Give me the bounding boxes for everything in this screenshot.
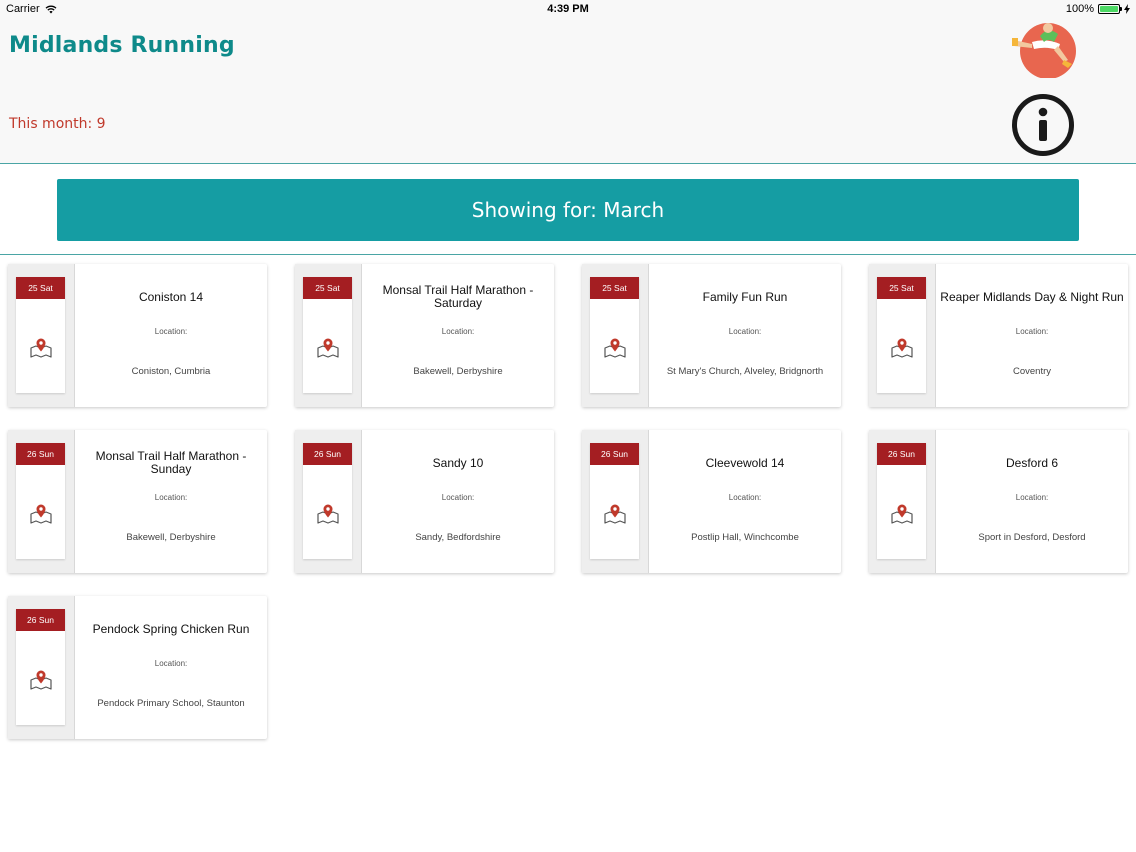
location-label: Location:: [154, 327, 188, 336]
month-selector-button[interactable]: Showing for: March: [57, 179, 1079, 241]
event-name: Monsal Trail Half Marathon - Sunday: [95, 449, 247, 476]
event-location: Sandy, Bedfordshire: [415, 532, 501, 543]
location-label: Location:: [1015, 493, 1049, 502]
map-pin-icon[interactable]: [603, 503, 627, 525]
card-date-panel: 25 Sat: [869, 264, 936, 407]
runner-logo-icon[interactable]: [1010, 20, 1078, 78]
event-card[interactable]: 26 Sun Desford 6 Location: Sport in Desf…: [869, 430, 1128, 573]
date-badge: 26 Sun: [877, 443, 926, 465]
date-badge: 26 Sun: [16, 609, 65, 631]
event-name: Sandy 10: [432, 455, 484, 470]
card-date-panel: 25 Sat: [295, 264, 362, 407]
date-badge: 25 Sat: [303, 277, 352, 299]
card-body: Sandy 10 Location: Sandy, Bedfordshire: [362, 430, 554, 573]
info-icon[interactable]: [1011, 93, 1075, 157]
map-pin-icon[interactable]: [890, 337, 914, 359]
event-name: Cleevewold 14: [705, 455, 785, 470]
date-badge: 25 Sat: [590, 277, 639, 299]
date-block: 25 Sat: [303, 277, 352, 393]
event-location: St Mary's Church, Alveley, Bridgnorth: [666, 366, 824, 377]
date-badge: 25 Sat: [16, 277, 65, 299]
card-body: Cleevewold 14 Location: Postlip Hall, Wi…: [649, 430, 841, 573]
date-badge: 25 Sat: [877, 277, 926, 299]
battery-icon: [1098, 4, 1122, 14]
event-name: Monsal Trail Half Marathon - Saturday: [382, 283, 534, 310]
event-name: Desford 6: [1005, 455, 1059, 470]
date-block: 26 Sun: [590, 443, 639, 559]
event-card[interactable]: 25 Sat Reaper Midlands Day & Night Run L…: [869, 264, 1128, 407]
location-label: Location:: [728, 493, 762, 502]
map-pin-icon[interactable]: [29, 503, 53, 525]
location-label: Location:: [728, 327, 762, 336]
event-name: Pendock Spring Chicken Run: [92, 621, 250, 636]
event-location: Coniston, Cumbria: [131, 366, 211, 377]
event-card[interactable]: 25 Sat Coniston 14 Location: Coniston, C…: [8, 264, 267, 407]
event-location: Bakewell, Derbyshire: [413, 366, 503, 377]
date-block: 26 Sun: [16, 609, 65, 725]
card-date-panel: 26 Sun: [869, 430, 936, 573]
event-location: Postlip Hall, Winchcombe: [691, 532, 799, 543]
date-badge: 26 Sun: [16, 443, 65, 465]
event-card[interactable]: 26 Sun Pendock Spring Chicken Run Locati…: [8, 596, 267, 739]
event-card[interactable]: 25 Sat Monsal Trail Half Marathon - Satu…: [295, 264, 554, 407]
date-block: 26 Sun: [16, 443, 65, 559]
card-body: Monsal Trail Half Marathon - Sunday Loca…: [75, 430, 267, 573]
event-card[interactable]: 25 Sat Family Fun Run Location: St Mary'…: [582, 264, 841, 407]
map-pin-icon[interactable]: [29, 669, 53, 691]
status-time: 4:39 PM: [547, 3, 589, 15]
card-date-panel: 26 Sun: [295, 430, 362, 573]
card-date-panel: 26 Sun: [8, 596, 75, 739]
date-block: 25 Sat: [16, 277, 65, 393]
location-label: Location:: [441, 493, 475, 502]
event-name: Family Fun Run: [702, 289, 788, 304]
battery-group: 100%: [1066, 3, 1130, 15]
location-label: Location:: [154, 659, 188, 668]
card-body: Desford 6 Location: Sport in Desford, De…: [936, 430, 1128, 573]
location-label: Location:: [1015, 327, 1049, 336]
map-pin-icon[interactable]: [316, 337, 340, 359]
event-name: Coniston 14: [138, 289, 204, 304]
card-date-panel: 26 Sun: [582, 430, 649, 573]
card-body: Pendock Spring Chicken Run Location: Pen…: [75, 596, 267, 739]
event-location: Coventry: [1012, 366, 1051, 377]
date-badge: 26 Sun: [590, 443, 639, 465]
date-block: 25 Sat: [590, 277, 639, 393]
event-location: Bakewell, Derbyshire: [126, 532, 216, 543]
map-pin-icon[interactable]: [603, 337, 627, 359]
event-card[interactable]: 26 Sun Monsal Trail Half Marathon - Sund…: [8, 430, 267, 573]
date-block: 26 Sun: [877, 443, 926, 559]
month-event-count: This month: 9: [9, 116, 106, 132]
card-date-panel: 25 Sat: [8, 264, 75, 407]
app-title: Midlands Running: [9, 33, 235, 58]
banner-zone: Showing for: March: [0, 165, 1136, 255]
battery-fill: [1100, 6, 1118, 12]
status-bar: Carrier 4:39 PM 100%: [0, 0, 1136, 18]
event-card[interactable]: 26 Sun Sandy 10 Location: Sandy, Bedford…: [295, 430, 554, 573]
card-date-panel: 26 Sun: [8, 430, 75, 573]
event-name: Reaper Midlands Day & Night Run: [940, 289, 1124, 304]
event-location: Pendock Primary School, Staunton: [97, 698, 245, 709]
map-pin-icon[interactable]: [316, 503, 340, 525]
card-body: Reaper Midlands Day & Night Run Location…: [936, 264, 1128, 407]
card-body: Coniston 14 Location: Coniston, Cumbria: [75, 264, 267, 407]
map-pin-icon[interactable]: [29, 337, 53, 359]
date-block: 26 Sun: [303, 443, 352, 559]
card-body: Family Fun Run Location: St Mary's Churc…: [649, 264, 841, 407]
event-location: Sport in Desford, Desford: [978, 532, 1086, 543]
battery-percent: 100%: [1065, 3, 1094, 15]
card-body: Monsal Trail Half Marathon - Saturday Lo…: [362, 264, 554, 407]
location-label: Location:: [154, 493, 188, 502]
map-pin-icon[interactable]: [890, 503, 914, 525]
event-card[interactable]: 26 Sun Cleevewold 14 Location: Postlip H…: [582, 430, 841, 573]
date-badge: 26 Sun: [303, 443, 352, 465]
card-date-panel: 25 Sat: [582, 264, 649, 407]
location-label: Location:: [441, 327, 475, 336]
charging-bolt-icon: [1124, 4, 1130, 14]
date-block: 25 Sat: [877, 277, 926, 393]
app-header: Midlands Running This month: 9: [0, 18, 1136, 164]
